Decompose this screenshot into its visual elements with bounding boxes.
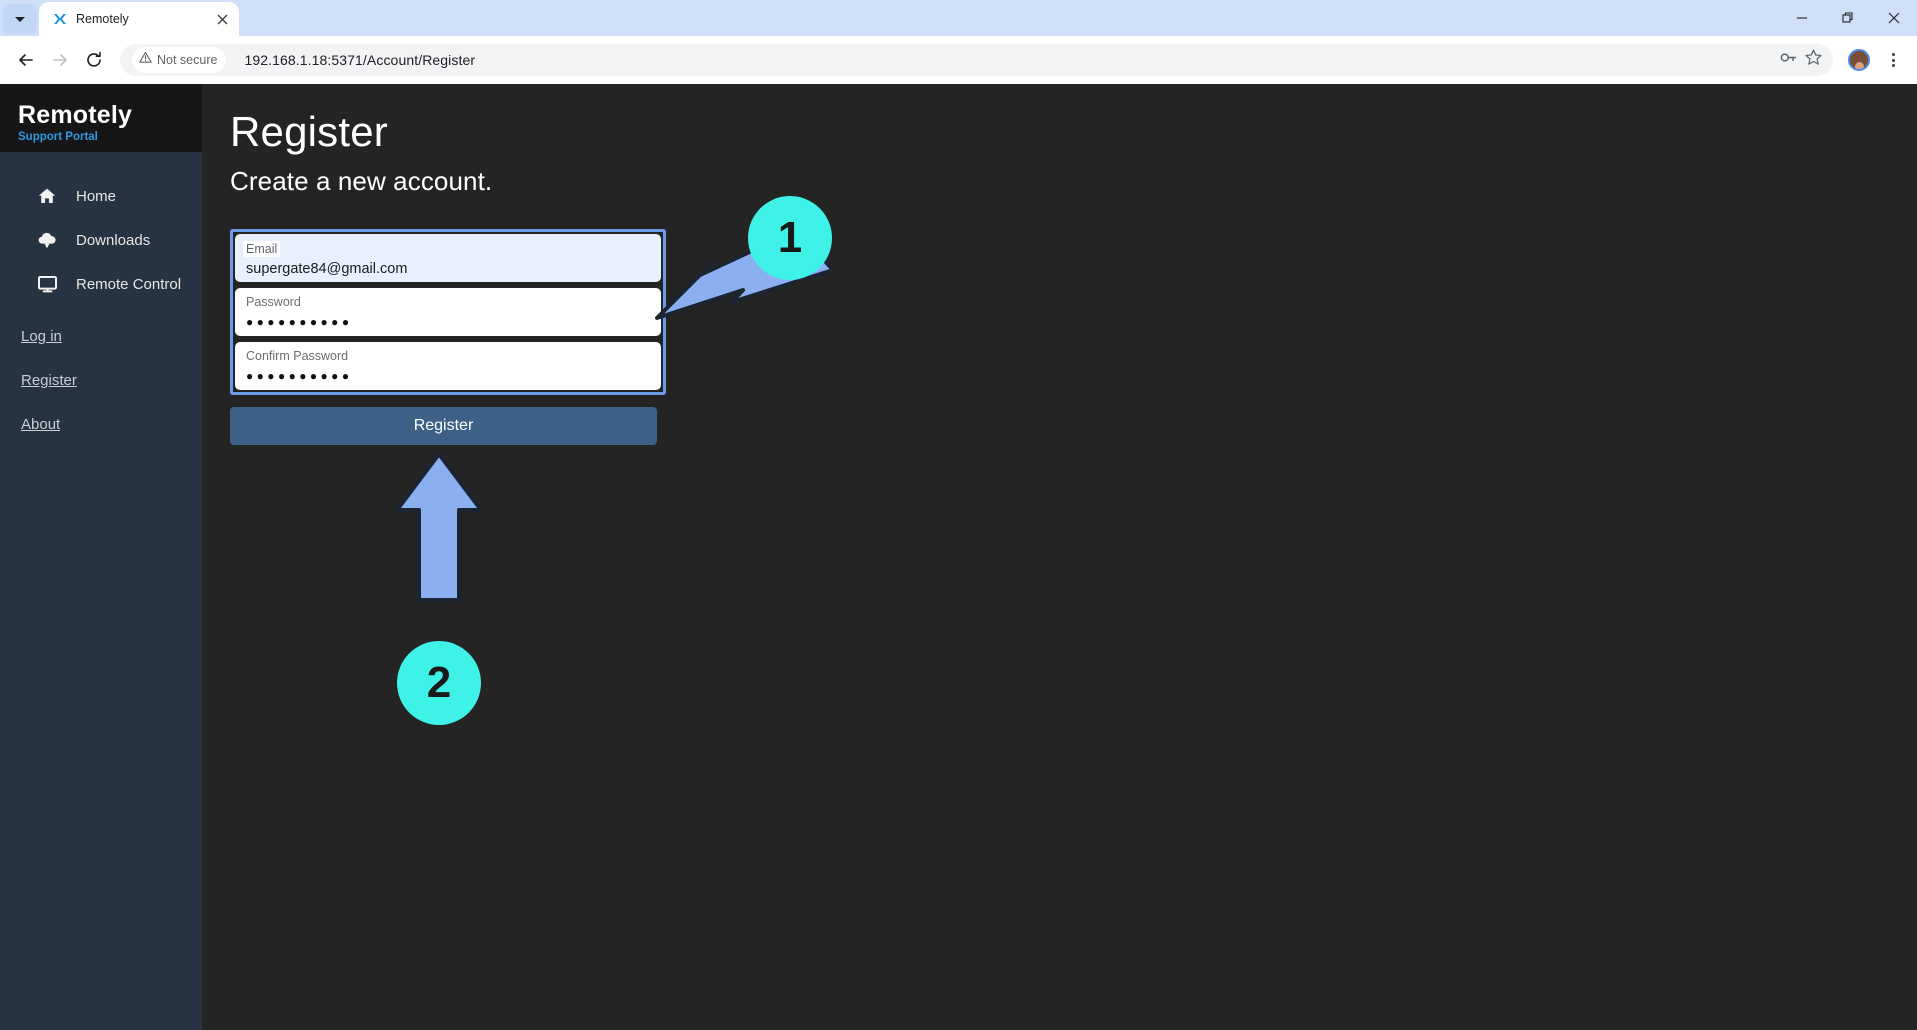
minimize-icon[interactable] <box>1779 0 1825 36</box>
url-text: 192.168.1.18:5371/Account/Register <box>244 52 476 68</box>
sidebar-item-remote-control[interactable]: Remote Control <box>0 262 202 306</box>
chevron-down-icon <box>15 16 25 22</box>
security-status-chip[interactable]: Not secure <box>132 47 227 73</box>
register-form-group: Email supergate84@gmail.com Password ●●●… <box>230 229 666 396</box>
tab-strip: Remotely <box>0 0 1917 36</box>
app-sidebar: Remotely Support Portal Home Downloads R… <box>0 84 202 1030</box>
warning-triangle-icon <box>139 51 152 69</box>
page-viewport: Remotely Support Portal Home Downloads R… <box>0 84 1917 1030</box>
email-field-value: supergate84@gmail.com <box>246 261 408 278</box>
tab-title: Remotely <box>76 12 129 26</box>
sidebar-item-home[interactable]: Home <box>0 174 202 218</box>
confirm-password-field-label: Confirm Password <box>246 349 349 364</box>
sidebar-item-label: Downloads <box>76 231 151 249</box>
sidebar-link-log-in[interactable]: Log in <box>21 328 202 345</box>
password-field-value: ●●●●●●●●●● <box>246 315 353 330</box>
email-field-label: Email <box>243 241 281 258</box>
home-icon <box>36 185 58 207</box>
back-arrow-icon[interactable] <box>10 44 42 76</box>
close-icon[interactable] <box>213 10 231 28</box>
browser-toolbar: Not secure 192.168.1.18:5371/Account/Reg… <box>0 36 1917 84</box>
sidebar-item-label: Remote Control <box>76 275 182 293</box>
profile-avatar[interactable] <box>1843 44 1875 76</box>
monitor-icon <box>36 273 58 295</box>
confirm-password-field-value: ●●●●●●●●●● <box>246 369 353 384</box>
sidebar-item-downloads[interactable]: Downloads <box>0 218 202 262</box>
kebab-menu-icon[interactable] <box>1879 46 1907 74</box>
app-brand-subtitle: Support Portal <box>18 131 98 144</box>
sidebar-item-label: Home <box>76 187 117 205</box>
restore-icon[interactable] <box>1825 0 1871 36</box>
main-content: Register Create a new account. Email sup… <box>202 84 1917 1030</box>
toolbar-right-actions <box>1843 44 1907 76</box>
page-subtitle: Create a new account. <box>230 166 493 197</box>
password-field[interactable]: Password ●●●●●●●●●● <box>235 288 661 337</box>
star-icon[interactable] <box>1804 48 1823 72</box>
sidebar-links: Log in Register About <box>0 306 202 460</box>
browser-tab-remotely[interactable]: Remotely <box>39 2 239 36</box>
app-brand-title: Remotely <box>18 101 133 129</box>
browser-window: Remotely Not secure 192.168.1.18:5371/Ac… <box>0 0 1917 1030</box>
tab-search-button[interactable] <box>3 4 37 34</box>
register-submit-button[interactable]: Register <box>230 407 657 446</box>
security-status-label: Not secure <box>157 53 218 67</box>
window-controls <box>1779 0 1917 36</box>
sidebar-nav: Home Downloads Remote Control <box>0 152 202 306</box>
close-icon[interactable] <box>1871 0 1917 36</box>
reload-icon[interactable] <box>78 44 110 76</box>
sidebar-link-about[interactable]: About <box>21 416 202 433</box>
avatar <box>1848 49 1870 71</box>
email-field[interactable]: Email supergate84@gmail.com <box>235 234 661 283</box>
sidebar-header: Remotely Support Portal <box>0 84 202 152</box>
confirm-password-field[interactable]: Confirm Password ●●●●●●●●●● <box>235 342 661 391</box>
remotely-favicon <box>51 11 68 28</box>
key-icon[interactable] <box>1779 48 1798 72</box>
cloud-download-icon <box>36 229 58 251</box>
forward-arrow-icon[interactable] <box>44 44 76 76</box>
address-bar[interactable]: Not secure 192.168.1.18:5371/Account/Reg… <box>120 44 1833 76</box>
page-title: Register <box>230 108 388 155</box>
password-field-label: Password <box>246 295 301 310</box>
sidebar-link-register[interactable]: Register <box>21 372 202 389</box>
